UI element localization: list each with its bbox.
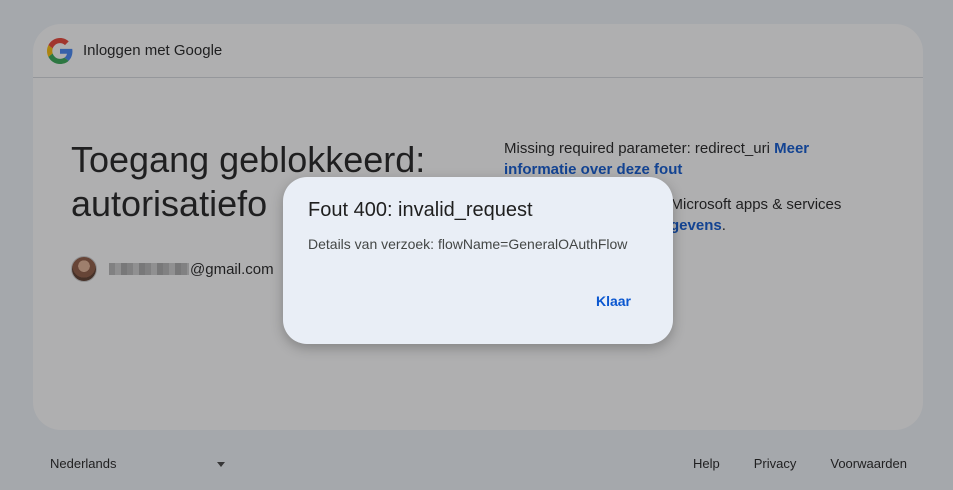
- done-button[interactable]: Klaar: [584, 289, 643, 313]
- dialog-title: Fout 400: invalid_request: [308, 199, 533, 221]
- dialog-body: Details van verzoek: flowName=GeneralOAu…: [308, 236, 628, 252]
- error-dialog: Fout 400: invalid_request Details van ve…: [283, 177, 673, 344]
